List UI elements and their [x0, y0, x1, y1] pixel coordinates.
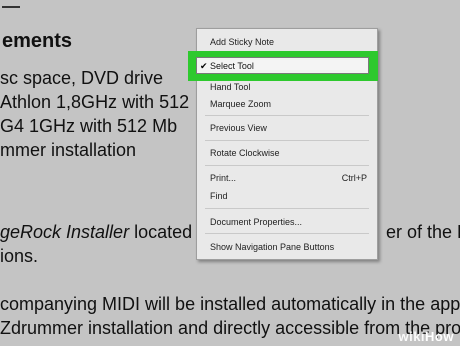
menu-item-previous-view[interactable]: Previous View	[210, 121, 267, 135]
installer-name: geRock Installer	[0, 222, 130, 242]
menu-item-document-properties[interactable]: Document Properties...	[210, 215, 302, 229]
menu-separator	[205, 115, 369, 116]
watermark-part: wiki	[398, 329, 426, 344]
doc-line: mmer installation	[0, 140, 137, 160]
menu-separator	[205, 233, 369, 234]
menu-item-marquee-zoom[interactable]: Marquee Zoom	[210, 97, 271, 111]
doc-line: G4 1GHz with 512 Mb	[0, 116, 178, 136]
menu-separator	[205, 140, 369, 141]
menu-item-hand-tool[interactable]: Hand Tool	[210, 80, 250, 94]
menu-item-print[interactable]: Print...	[210, 171, 236, 185]
checkmark-icon: ✔	[200, 61, 208, 71]
section-heading: ements	[2, 30, 73, 52]
menu-item-show-navigation-pane-buttons[interactable]: Show Navigation Pane Buttons	[210, 240, 334, 254]
menu-item-add-sticky-note[interactable]: Add Sticky Note	[210, 35, 274, 49]
doc-line-tail: located	[129, 222, 193, 242]
menu-separator	[205, 208, 369, 209]
menu-item-find[interactable]: Find	[210, 189, 228, 203]
doc-line: ions.	[0, 246, 39, 266]
doc-line: Zdrummer installation and directly acces…	[0, 318, 460, 338]
doc-line: er of the D	[386, 222, 460, 242]
watermark-logo: wikiHow	[398, 329, 454, 344]
doc-line: geRock Installer located	[0, 222, 192, 243]
menu-item-select-tool[interactable]: ✔ Select Tool	[196, 57, 369, 74]
watermark-part: How	[425, 329, 454, 344]
print-shortcut: Ctrl+P	[341, 173, 367, 183]
doc-line: companying MIDI will be installed automa…	[0, 294, 460, 314]
menu-item-rotate-clockwise[interactable]: Rotate Clockwise	[210, 146, 280, 160]
menu-item-label: Select Tool	[210, 61, 254, 71]
menu-separator	[205, 165, 369, 166]
doc-line: sc space, DVD drive	[0, 68, 164, 88]
clipped-text-fragment	[2, 0, 20, 8]
highlight-box: ✔ Select Tool	[188, 51, 378, 81]
doc-line: Athlon 1,8GHz with 512	[0, 92, 190, 112]
